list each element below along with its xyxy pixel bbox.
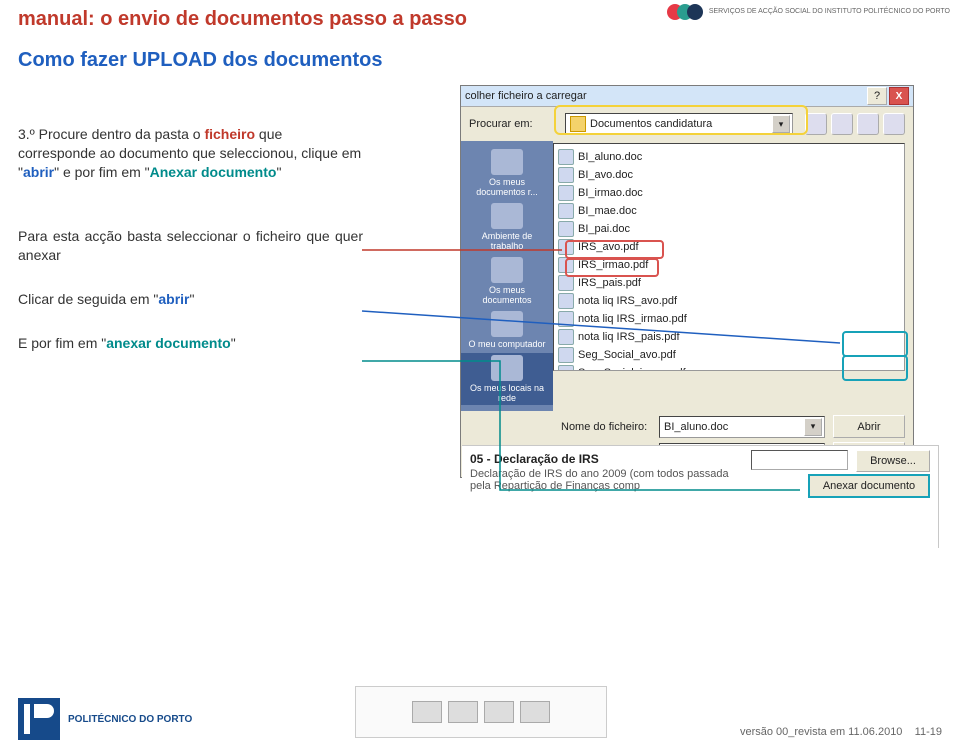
recent-icon: [491, 149, 523, 175]
file-item: nota liq IRS_irmao.pdf: [558, 310, 900, 328]
footer-version: versão 00_revista em 11.06.2010 11-19: [740, 726, 942, 738]
highlight-irs-pais: [565, 258, 659, 277]
file-item: BI_aluno.doc: [558, 148, 900, 166]
doc-icon: [558, 203, 574, 219]
sidebar-desktop[interactable]: Ambiente de trabalho: [461, 201, 553, 253]
filename-label: Nome do ficheiro:: [561, 421, 651, 433]
dialog-titlebar: colher ficheiro a carregar ? X: [461, 86, 913, 107]
views-icon[interactable]: [883, 113, 905, 135]
open-button[interactable]: Abrir: [833, 415, 905, 438]
footer-badges: [355, 686, 607, 738]
attach-desc: Declaração de IRS do ano 2009 (com todos…: [470, 468, 730, 492]
file-item: nota liq IRS_avo.pdf: [558, 292, 900, 310]
help-button[interactable]: ?: [867, 87, 887, 105]
note-select-file: Para esta acção basta seleccionar o fich…: [18, 227, 363, 265]
sidebar-recent[interactable]: Os meus documentos r...: [461, 147, 553, 199]
close-icon: X: [896, 91, 903, 102]
pdf-icon: [558, 365, 574, 371]
pdf-icon: [558, 347, 574, 363]
step-3-text: 3.º Procure dentro da pasta o ficheiro q…: [18, 125, 363, 182]
doc-icon: [558, 149, 574, 165]
pdf-icon: [558, 293, 574, 309]
sas-logo-text: SERVIÇOS DE ACÇÃO SOCIAL DO INSTITUTO PO…: [709, 8, 950, 16]
note-click-open: Clicar de seguida em "abrir": [18, 290, 363, 309]
note-click-attach: E por fim em "anexar documento": [18, 334, 363, 353]
highlight-cancel-button: [842, 355, 908, 381]
pdf-icon: [558, 275, 574, 291]
up-icon[interactable]: [831, 113, 853, 135]
sidebar-network[interactable]: Os meus locais na rede: [461, 353, 553, 405]
doc-icon: [558, 185, 574, 201]
pdf-icon: [558, 311, 574, 327]
file-item: BI_irmao.doc: [558, 184, 900, 202]
sidebar-mydocs[interactable]: Os meus documentos: [461, 255, 553, 307]
sas-logo: SERVIÇOS DE ACÇÃO SOCIAL DO INSTITUTO PO…: [667, 4, 950, 20]
attach-panel: 05 - Declaração de IRS Declaração de IRS…: [462, 445, 939, 548]
file-open-dialog: colher ficheiro a carregar ? X Procurar …: [460, 85, 914, 478]
ipp-logo: POLITÉCNICO DO PORTO: [18, 698, 192, 740]
desktop-icon: [491, 203, 523, 229]
close-button[interactable]: X: [889, 87, 909, 105]
poph-badge-icon: [484, 701, 514, 723]
filename-input[interactable]: BI_aluno.doc▾: [659, 416, 825, 438]
places-sidebar: Os meus documentos r... Ambiente de trab…: [461, 141, 553, 411]
highlight-irs-irmao: [565, 240, 664, 259]
attach-doc-button[interactable]: Anexar documento: [808, 474, 930, 498]
eu-badge-icon: [412, 701, 442, 723]
back-icon[interactable]: [805, 113, 827, 135]
chevron-down-icon: ▾: [804, 418, 822, 436]
highlight-open-button: [842, 331, 908, 357]
pt-badge-icon: [448, 701, 478, 723]
doc-icon: [558, 167, 574, 183]
lookup-label: Procurar em:: [469, 118, 559, 130]
pdf-icon: [558, 329, 574, 345]
ipp-logo-icon: [18, 698, 60, 740]
doc-icon: [558, 221, 574, 237]
network-icon: [491, 355, 523, 381]
new-folder-icon[interactable]: [857, 113, 879, 135]
dialog-title: colher ficheiro a carregar: [465, 90, 587, 102]
sidebar-computer[interactable]: O meu computador: [464, 309, 549, 351]
file-item: BI_pai.doc: [558, 220, 900, 238]
file-item: BI_avo.doc: [558, 166, 900, 184]
attach-file-input[interactable]: [751, 450, 848, 470]
page-subtitle: Como fazer UPLOAD dos documentos: [0, 31, 960, 72]
file-item: BI_mae.doc: [558, 202, 900, 220]
computer-icon: [491, 311, 523, 337]
browse-button[interactable]: Browse...: [856, 450, 930, 472]
qren-badge-icon: [520, 701, 550, 723]
ipp-logo-text: POLITÉCNICO DO PORTO: [68, 714, 192, 725]
mydocs-icon: [491, 257, 523, 283]
highlight-lookup: [554, 105, 808, 135]
